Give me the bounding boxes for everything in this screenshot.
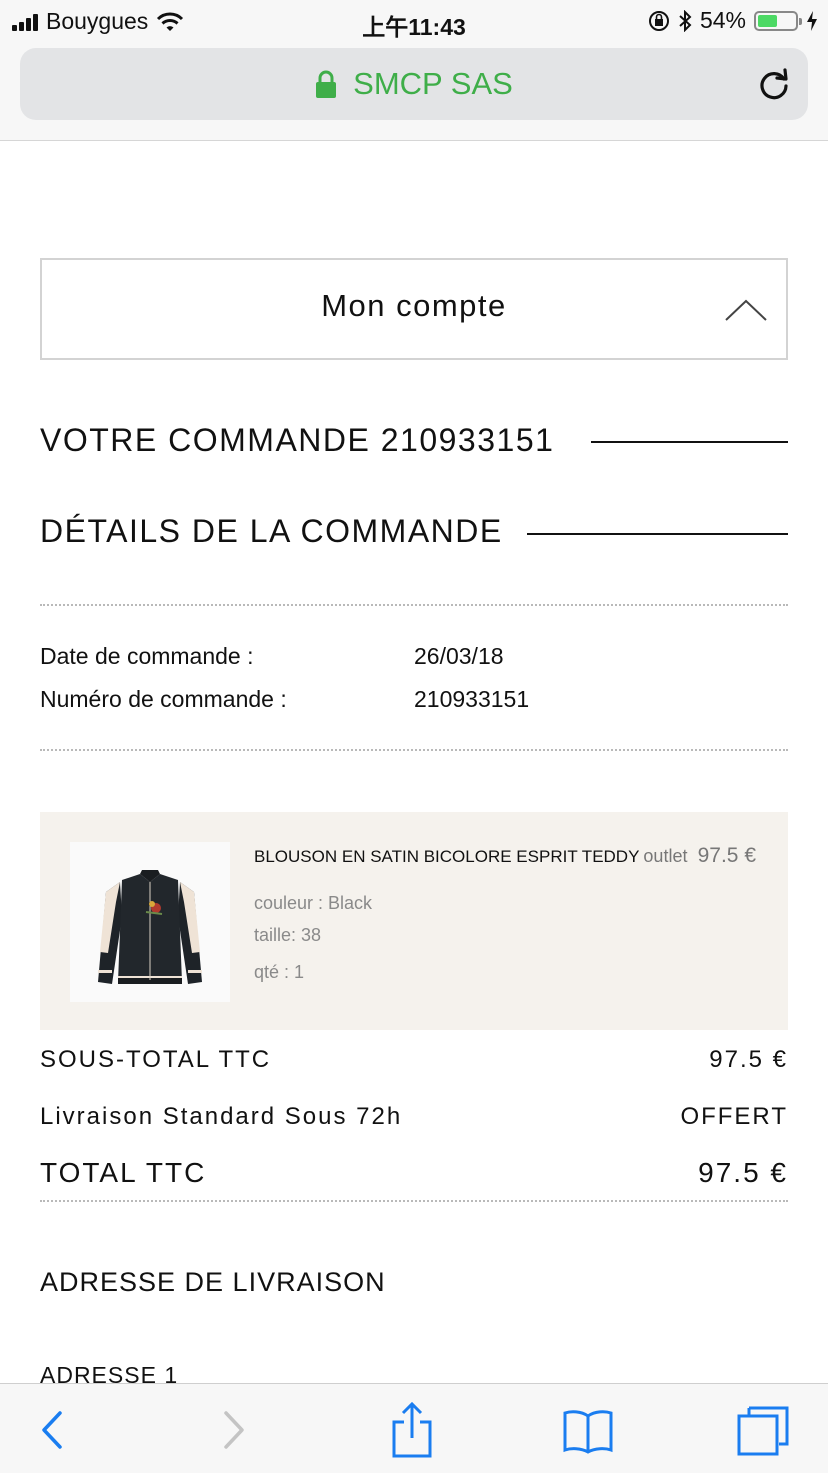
subtotal-row: SOUS-TOTAL TTC 97.5 € bbox=[40, 1046, 788, 1074]
heading-rule bbox=[591, 441, 788, 443]
bluetooth-icon bbox=[679, 9, 692, 32]
battery-level-fill bbox=[758, 14, 778, 27]
bookmarks-button[interactable] bbox=[558, 1400, 618, 1460]
product-size: taille: 38 bbox=[254, 925, 322, 945]
back-button[interactable] bbox=[22, 1400, 82, 1460]
forward-icon bbox=[224, 1411, 244, 1449]
browser-header: SMCP SAS bbox=[0, 40, 828, 141]
status-right: 54% bbox=[648, 7, 818, 34]
tabs-icon bbox=[737, 1406, 789, 1456]
order-date-value: 26/03/18 bbox=[414, 643, 504, 669]
total-value: 97.5 € bbox=[698, 1157, 788, 1188]
status-bar: Bouygues 上午11:43 54% bbox=[0, 0, 828, 40]
bookmarks-icon bbox=[563, 1410, 613, 1454]
tabs-button[interactable] bbox=[732, 1400, 792, 1460]
product-name[interactable]: BLOUSON EN SATIN BICOLORE ESPRIT TEDDY bbox=[254, 847, 639, 866]
product-image[interactable] bbox=[70, 842, 230, 1002]
back-icon bbox=[42, 1411, 62, 1449]
order-heading: VOTRE COMMANDE 210933151 bbox=[40, 422, 555, 458]
order-number-value: 210933151 bbox=[414, 686, 530, 712]
order-number-label: Numéro de commande : bbox=[40, 686, 287, 712]
orientation-lock-icon bbox=[648, 10, 669, 31]
details-heading: DÉTAILS DE LA COMMANDE bbox=[40, 513, 503, 549]
charging-icon bbox=[807, 10, 817, 31]
address-bar[interactable]: SMCP SAS bbox=[20, 48, 808, 120]
product-tag: outlet bbox=[643, 846, 688, 866]
order-date-label: Date de commande : bbox=[40, 643, 254, 669]
address-display[interactable]: SMCP SAS bbox=[20, 66, 808, 102]
product-price: 97.5 € bbox=[697, 844, 756, 867]
total-row: TOTAL TTC 97.5 € bbox=[40, 1157, 788, 1189]
account-title: Mon compte bbox=[321, 288, 507, 323]
account-dropdown[interactable]: Mon compte bbox=[40, 258, 788, 360]
subtotal-value: 97.5 € bbox=[709, 1046, 788, 1073]
battery-percent: 54% bbox=[699, 7, 746, 33]
chevron-up-icon[interactable] bbox=[724, 298, 768, 322]
jacket-image bbox=[98, 870, 202, 984]
browser-toolbar bbox=[0, 1383, 828, 1473]
share-button[interactable] bbox=[382, 1400, 442, 1460]
total-label: TOTAL TTC bbox=[40, 1157, 207, 1188]
product-color: couleur : Black bbox=[254, 893, 373, 913]
lock-icon bbox=[316, 70, 337, 98]
shipping-value: OFFERT bbox=[680, 1103, 788, 1130]
dotted-divider bbox=[40, 749, 788, 751]
forward-button[interactable] bbox=[204, 1400, 264, 1460]
subtotal-label: SOUS-TOTAL TTC bbox=[40, 1046, 272, 1073]
shipping-row: Livraison Standard Sous 72h OFFERT bbox=[40, 1103, 788, 1131]
share-icon bbox=[392, 1402, 432, 1458]
battery-icon bbox=[754, 10, 802, 31]
reload-icon[interactable] bbox=[756, 66, 792, 102]
product-quantity: qté : 1 bbox=[254, 962, 305, 982]
shipping-label: Livraison Standard Sous 72h bbox=[40, 1103, 403, 1130]
address-heading: ADRESSE DE LIVRAISON bbox=[40, 1267, 386, 1297]
dotted-divider bbox=[40, 604, 788, 606]
site-label: SMCP SAS bbox=[353, 66, 513, 101]
product-name-line[interactable]: BLOUSON EN SATIN BICOLORE ESPRIT TEDDY ou… bbox=[254, 846, 687, 867]
dotted-divider bbox=[40, 1200, 788, 1202]
heading-rule bbox=[527, 533, 788, 535]
product-card: BLOUSON EN SATIN BICOLORE ESPRIT TEDDY ou… bbox=[40, 812, 788, 1030]
